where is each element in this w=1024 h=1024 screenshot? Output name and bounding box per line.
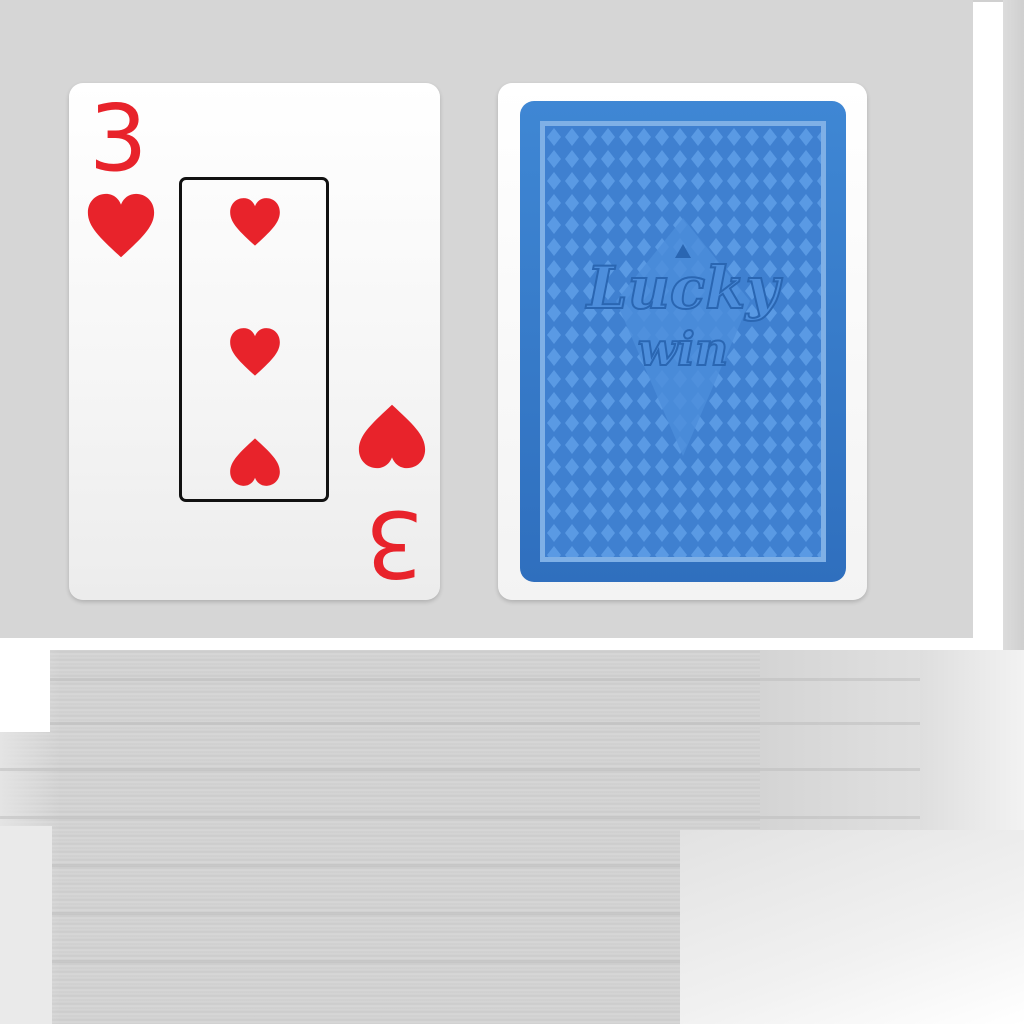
heart-icon — [230, 438, 280, 486]
logo-lucky-text: Lucky — [586, 253, 780, 323]
logo-win-text: win — [637, 321, 730, 377]
heart-icon — [358, 404, 426, 469]
card-three-of-hearts[interactable]: 3 3 — [69, 83, 440, 600]
heart-icon — [230, 198, 280, 246]
panel-edge — [1003, 0, 1024, 650]
heart-icon — [230, 328, 280, 376]
card-back-panel: Lucky win — [520, 101, 846, 582]
pip-highlight-frame — [179, 177, 329, 502]
diamond-lattice-pattern: Lucky win — [540, 121, 826, 562]
panel-edge — [973, 0, 1003, 2]
motion-blur-area — [0, 650, 1024, 1024]
heart-icon — [87, 193, 155, 258]
card-rank-bottom: 3 — [365, 490, 424, 597]
card-table: 3 3 Lucky win — [0, 0, 973, 638]
game-scene: 3 3 Lucky win — [0, 0, 1024, 1024]
card-rank-top: 3 — [89, 85, 148, 192]
card-back[interactable]: Lucky win — [498, 83, 867, 600]
